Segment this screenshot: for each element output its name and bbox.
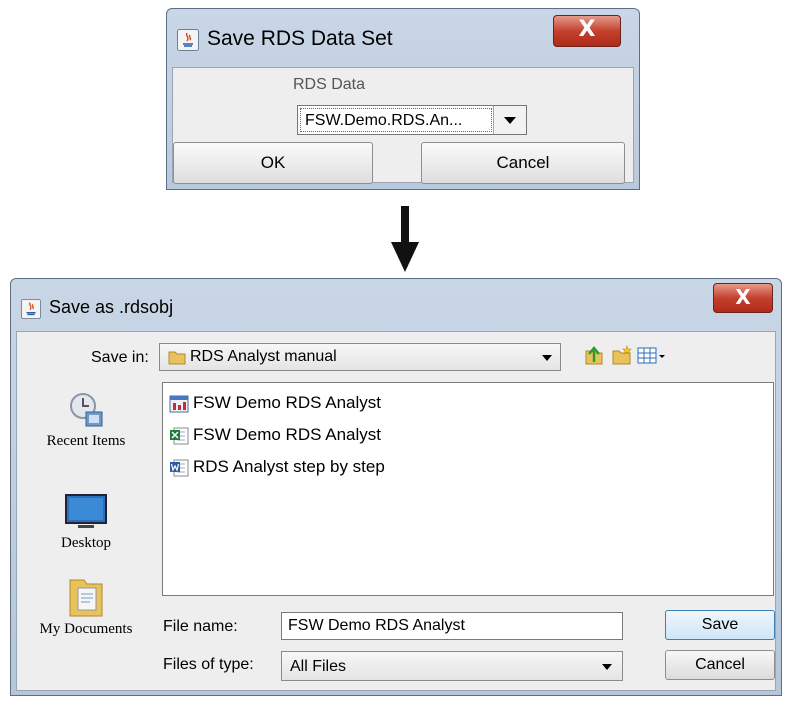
dialog-body: RDS Data FSW.Demo.RDS.An... OK Cancel (172, 67, 634, 184)
folder-icon (168, 351, 186, 365)
file-name-label: File name: (163, 618, 238, 635)
down-arrow-icon (391, 206, 419, 272)
dialog-title: Save RDS Data Set (207, 27, 393, 50)
dialog-body: Save in: RDS Analyst manual Recent Items… (16, 331, 776, 691)
desktop-icon (65, 494, 107, 528)
file-list[interactable]: FSW Demo RDS Analyst FSW Demo RDS Analys… (162, 382, 774, 596)
place-my-documents[interactable]: My Documents (21, 574, 151, 640)
place-label: Recent Items (46, 433, 126, 449)
cancel-button[interactable]: Cancel (421, 142, 625, 184)
place-recent-items[interactable]: Recent Items (21, 390, 151, 452)
place-label: My Documents (39, 621, 133, 637)
chevron-down-icon[interactable] (493, 106, 526, 134)
save-as-dialog: Save as .rdsobj X Save in: RDS Analyst m… (10, 278, 782, 696)
java-icon (177, 29, 199, 51)
word-file-icon (170, 459, 189, 477)
files-of-type-label: Files of type: (163, 656, 254, 673)
file-name: FSW Demo RDS Analyst (193, 393, 381, 412)
close-button[interactable]: X (553, 15, 621, 47)
rds-data-select-value: FSW.Demo.RDS.An... (300, 108, 492, 132)
title-bar: Save RDS Data Set X (167, 9, 639, 65)
files-of-type-value: All Files (290, 658, 347, 675)
chevron-down-icon[interactable] (602, 664, 612, 670)
save-in-value: RDS Analyst manual (190, 348, 337, 365)
places-bar: Recent Items Desktop My Documents (21, 380, 151, 690)
my-documents-icon (69, 579, 103, 617)
ok-button[interactable]: OK (173, 142, 373, 184)
save-button[interactable]: Save (665, 610, 775, 640)
file-name: RDS Analyst step by step (193, 457, 385, 476)
place-label: Desktop (61, 535, 111, 551)
close-button[interactable]: X (713, 283, 773, 313)
view-menu-icon[interactable] (637, 344, 667, 366)
file-name: FSW Demo RDS Analyst (193, 425, 381, 444)
recent-items-icon (70, 393, 103, 427)
java-icon (21, 299, 41, 319)
save-in-select[interactable]: RDS Analyst manual (159, 343, 561, 371)
dialog-title: Save as .rdsobj (49, 297, 174, 317)
new-folder-icon[interactable] (611, 344, 633, 366)
cancel-button[interactable]: Cancel (665, 650, 775, 680)
rds-data-label: RDS Data (293, 76, 366, 93)
place-desktop[interactable]: Desktop (21, 492, 151, 554)
rds-file-icon (169, 395, 189, 413)
rds-data-select[interactable]: FSW.Demo.RDS.An... (297, 105, 527, 135)
files-of-type-select[interactable]: All Files (281, 651, 623, 681)
save-rds-data-set-dialog: Save RDS Data Set X RDS Data FSW.Demo.RD… (166, 8, 640, 190)
file-name-input[interactable] (281, 612, 623, 640)
chevron-down-icon[interactable] (542, 355, 552, 361)
excel-file-icon (170, 427, 189, 445)
save-in-label: Save in: (91, 349, 149, 366)
up-folder-icon[interactable] (583, 344, 605, 366)
